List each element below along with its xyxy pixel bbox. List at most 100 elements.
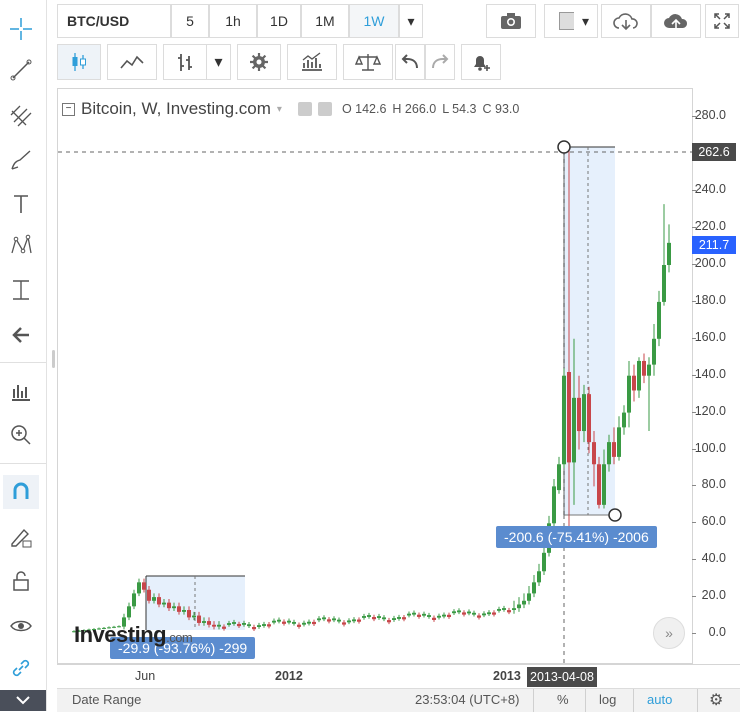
eye-icon[interactable] <box>3 609 39 643</box>
chevron-down-icon <box>16 696 30 705</box>
candle-body <box>427 615 431 617</box>
link-icon[interactable] <box>3 651 39 685</box>
price-axis[interactable]: 280.0260.0240.0220.0200.0180.0160.0140.0… <box>692 88 740 664</box>
candle-body <box>212 624 216 627</box>
candle-body <box>607 442 611 465</box>
interval-1h[interactable]: 1h <box>209 4 257 38</box>
legend-close: C 93.0 <box>482 102 520 116</box>
candle-body <box>287 620 291 623</box>
candle-body <box>592 442 596 465</box>
time-axis[interactable]: Jun 2012 2013 2013-04-08 <box>57 664 740 689</box>
zoom-in-icon[interactable] <box>3 418 39 452</box>
candle-body <box>242 623 246 625</box>
unlock-icon[interactable] <box>3 564 39 598</box>
chart-pane[interactable]: − Bitcoin, W, Investing.com ▾ O 142.6 H … <box>57 88 693 664</box>
trend-line-icon[interactable] <box>3 53 39 87</box>
toolbar-resize-handle[interactable] <box>52 350 55 368</box>
measure-icon[interactable] <box>3 273 39 307</box>
candle-body <box>142 582 146 590</box>
candle-style-button[interactable] <box>57 44 101 80</box>
price-chart[interactable] <box>58 89 693 664</box>
candle-body <box>372 617 376 620</box>
candle-body <box>297 624 301 627</box>
interval-dropdown[interactable]: ▾ <box>399 4 423 38</box>
crosshair-icon[interactable] <box>3 12 39 46</box>
date-range-button[interactable]: Date Range <box>72 692 141 707</box>
percent-toggle[interactable]: % <box>557 692 569 707</box>
price-tick <box>692 559 696 561</box>
chart-style-dropdown[interactable]: ▾ <box>574 4 598 38</box>
settings-toggle-icon[interactable] <box>317 102 332 116</box>
candle-body <box>277 619 281 622</box>
indicators-icon <box>302 52 322 71</box>
candle-body <box>667 242 671 265</box>
legend-title: Bitcoin, W, Investing.com <box>81 99 271 118</box>
candle-body <box>392 618 396 620</box>
chart-type-dropdown[interactable]: ▾ <box>207 44 231 80</box>
cloud-upload-icon <box>664 14 688 29</box>
candle-body <box>472 612 476 615</box>
candle-body <box>222 626 226 629</box>
candle-body <box>412 612 416 615</box>
chart-legend: − Bitcoin, W, Investing.com ▾ O 142.6 H … <box>62 99 519 119</box>
log-toggle[interactable]: log <box>599 692 616 707</box>
chart-settings-gear-icon[interactable]: ⚙ <box>709 690 723 710</box>
interval-1d[interactable]: 1D <box>257 4 301 38</box>
compare-button[interactable] <box>343 44 393 80</box>
candle-body <box>382 617 386 620</box>
snapshot-button[interactable] <box>486 4 536 38</box>
bars-pattern-icon[interactable] <box>3 374 39 408</box>
candle-body <box>367 615 371 617</box>
candle-body <box>257 625 261 627</box>
interval-1w[interactable]: 1W <box>349 4 399 38</box>
fullscreen-button[interactable] <box>705 4 739 38</box>
candle-body <box>447 614 451 618</box>
bar-style-button[interactable] <box>163 44 207 80</box>
time-label-2012: 2012 <box>275 669 303 683</box>
price-label: 160.0 <box>694 329 726 344</box>
pitchfork-icon[interactable] <box>3 99 39 133</box>
price-label: 280.0 <box>694 108 726 123</box>
candle-body <box>137 582 141 594</box>
redo-button[interactable] <box>425 44 455 80</box>
magnet-icon[interactable] <box>3 475 39 509</box>
scroll-to-realtime-button[interactable]: » <box>653 617 685 649</box>
collapse-legend-icon[interactable]: − <box>62 102 75 116</box>
indicators-button[interactable] <box>287 44 337 80</box>
area-style-button[interactable] <box>107 44 157 80</box>
candle-body <box>487 612 491 615</box>
back-arrow-icon[interactable] <box>3 318 39 352</box>
undo-button[interactable] <box>395 44 425 80</box>
pattern-icon[interactable] <box>3 229 39 263</box>
candle-body <box>497 608 501 611</box>
candle-body <box>617 427 621 457</box>
legend-caret-icon[interactable]: ▾ <box>277 104 282 115</box>
auto-scale-toggle[interactable]: auto <box>647 692 672 707</box>
measure-anchor-bottom <box>608 508 622 522</box>
undo-icon <box>401 54 418 69</box>
save-chart-button[interactable] <box>651 4 701 38</box>
symbol-search[interactable]: BTC/USD <box>57 4 171 38</box>
candle-body <box>177 606 181 612</box>
eye-toggle-icon[interactable] <box>297 102 312 116</box>
candle-body <box>342 622 346 625</box>
price-tick <box>692 522 696 524</box>
price-label: 140.0 <box>694 366 726 381</box>
brush-icon[interactable] <box>3 143 39 177</box>
redo-icon <box>432 54 449 69</box>
price-label: 20.0 <box>701 588 726 603</box>
candle-body <box>477 615 481 618</box>
candle-body <box>437 615 441 618</box>
interval-1m[interactable]: 1M <box>301 4 349 38</box>
price-tick <box>692 485 696 487</box>
logo-brand: Investing <box>74 622 167 647</box>
candle-body <box>622 412 626 428</box>
text-tool-icon[interactable] <box>3 187 39 221</box>
pencil-lock-icon[interactable] <box>3 520 39 554</box>
alert-button[interactable] <box>461 44 501 80</box>
collapse-toolbar-button[interactable] <box>0 690 46 711</box>
settings-button[interactable] <box>237 44 281 80</box>
load-chart-button[interactable] <box>601 4 651 38</box>
candle-body <box>307 621 311 624</box>
interval-5[interactable]: 5 <box>171 4 209 38</box>
